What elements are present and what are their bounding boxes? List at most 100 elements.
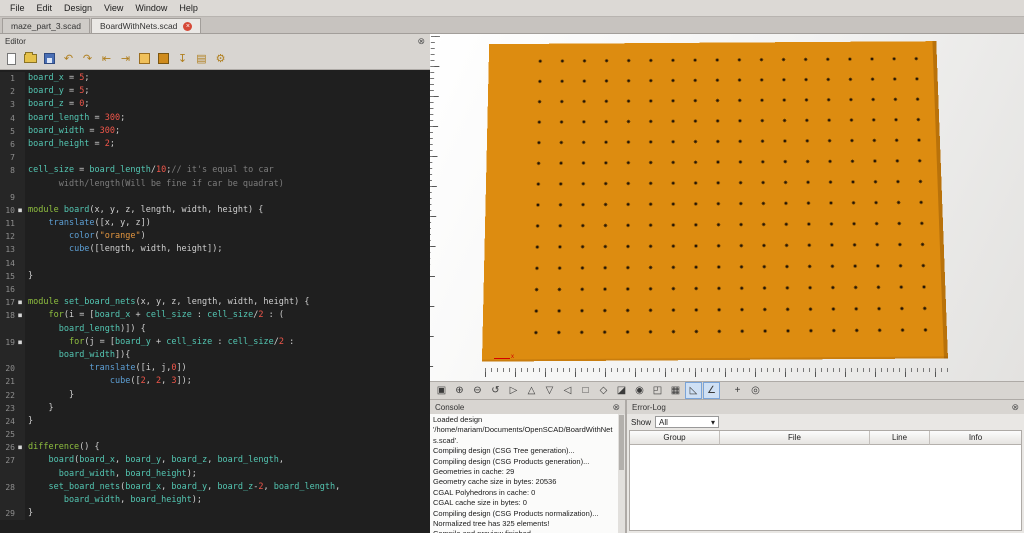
redo-button[interactable]: ↷ — [79, 50, 96, 67]
show-crosshair-button[interactable]: ◎ — [748, 383, 763, 398]
tab-bar: maze_part_3.scad BoardWithNets.scad × — [0, 17, 1024, 34]
line-number: 19 — [0, 335, 15, 349]
tab-maze_part_3.scad[interactable]: maze_part_3.scad — [2, 18, 90, 33]
print-button[interactable]: ▤ — [193, 50, 210, 67]
line-number: 4 — [0, 111, 15, 125]
view-top-button[interactable]: △ — [524, 383, 539, 398]
code-line: 27 board(board_x, board_y, board_z, boar… — [0, 454, 430, 468]
tab-BoardWithNets.scad[interactable]: BoardWithNets.scad × — [90, 18, 202, 33]
open-file-button[interactable] — [22, 50, 39, 67]
menu-file[interactable]: File — [4, 3, 31, 13]
console-close-icon[interactable]: ⊗ — [612, 402, 620, 412]
render-button[interactable] — [155, 50, 172, 67]
export-button[interactable]: ↧ — [174, 50, 191, 67]
menu-bar: File Edit Design View Window Help — [0, 0, 1024, 17]
column-header-file[interactable]: File — [720, 431, 870, 445]
menu-design[interactable]: Design — [58, 3, 98, 13]
code-line: board_width]){ — [0, 348, 430, 363]
save-button[interactable] — [41, 50, 58, 67]
code-line: 14 — [0, 256, 430, 270]
view-front-button[interactable]: □ — [578, 383, 593, 398]
severity-filter-dropdown[interactable]: All ▾ — [655, 416, 720, 428]
menu-edit[interactable]: Edit — [31, 3, 59, 13]
fold-marker — [15, 85, 25, 99]
orthogonal-button[interactable]: ▦ — [668, 383, 683, 398]
line-number: 18 — [0, 309, 15, 323]
console-message: Compiling design (CSG Products normaliza… — [433, 508, 599, 518]
menu-help[interactable]: Help — [173, 3, 204, 13]
console-message: Geometry cache size in bytes: 20536 — [433, 477, 557, 487]
editor-panel-title: Editor — [5, 36, 26, 46]
line-number: 27 — [0, 454, 15, 468]
editor-close-icon[interactable]: ⊗ — [417, 36, 425, 46]
view-left-button[interactable]: ◁ — [560, 383, 575, 398]
view-diagonal-button[interactable]: ◪ — [614, 383, 629, 398]
fold-marker — [15, 230, 25, 244]
ruler-vertical — [430, 36, 442, 375]
indent-button[interactable]: ⇥ — [117, 50, 134, 67]
reset-view-button[interactable]: ↺ — [488, 383, 503, 398]
console-panel-header: Console ⊗ — [430, 400, 625, 414]
line-number: 24 — [0, 414, 15, 429]
console-scrollbar[interactable] — [618, 414, 625, 533]
unindent-button[interactable]: ⇤ — [98, 50, 115, 67]
fold-marker — [15, 177, 25, 191]
code-line: 20 translate([i, j,0]) — [0, 362, 430, 376]
editor-panel-header: Editor ⊗ — [0, 34, 430, 48]
code-line: 12 color("orange") — [0, 230, 430, 244]
view-bottom-button[interactable]: ▽ — [542, 383, 557, 398]
tab-label: BoardWithNets.scad — [99, 21, 178, 31]
menu-window[interactable]: Window — [129, 3, 173, 13]
measure-angle-button[interactable]: ∠ — [703, 382, 720, 399]
code-line: 8 cell_size = board_length/10;// it's equ… — [0, 164, 430, 178]
viewport-3d[interactable]: x — [430, 34, 1024, 381]
render-icon — [158, 53, 169, 64]
console-scrollbar-thumb[interactable] — [619, 415, 624, 470]
console-log[interactable]: Loaded design '/home/mariam/Documents/Op… — [430, 414, 625, 533]
save-icon — [44, 53, 55, 64]
code-area[interactable]: 1 board_x = 5; 2 board_y = 5; 3 board_z = 0; 4… — [0, 70, 430, 533]
fold-marker — [15, 98, 25, 112]
x-axis-indicator: x — [494, 354, 514, 360]
line-number — [0, 348, 15, 363]
column-header-group[interactable]: Group — [630, 431, 720, 445]
preview-icon — [139, 53, 150, 64]
line-number — [0, 322, 15, 336]
undo-button[interactable]: ↶ — [60, 50, 77, 67]
fold-marker[interactable]: ■ — [15, 203, 25, 218]
code-line: 10 ■ module board(x, y, z, length, width, … — [0, 203, 430, 218]
fold-marker[interactable]: ■ — [15, 335, 25, 349]
right-column: x ▣ ⊕ ⊖ ↺ ▷ △ ▽ ◁ □ ◇ ◪ ◉ ◰ ▦ ◺ ∠ + ◎ Console ⊗ Loaded de… — [430, 34, 1024, 533]
console-message: Compiling design (CSG Tree generation)..… — [433, 446, 575, 456]
new-file-button[interactable] — [3, 50, 20, 67]
tab-close-icon[interactable]: × — [183, 21, 193, 31]
line-number: 17 — [0, 296, 15, 310]
ruler-horizontal — [485, 368, 950, 379]
zoom-all-button[interactable]: ▣ — [434, 383, 449, 398]
customizer-icon: ⚙ — [215, 53, 226, 65]
zoom-out-button[interactable]: ⊖ — [470, 383, 485, 398]
perspective-button[interactable]: ◰ — [650, 383, 665, 398]
zoom-in-button[interactable]: ⊕ — [452, 383, 467, 398]
view-center-button[interactable]: ◉ — [632, 383, 647, 398]
code-line: 7 — [0, 151, 430, 165]
view-right-button[interactable]: ▷ — [506, 383, 521, 398]
fold-marker — [15, 164, 25, 178]
error-log-close-icon[interactable]: ⊗ — [1011, 402, 1019, 412]
line-number: 10 — [0, 203, 15, 218]
fold-marker — [15, 454, 25, 468]
preview-button[interactable] — [136, 50, 153, 67]
board-3d-model — [481, 41, 948, 362]
fold-marker[interactable]: ■ — [15, 309, 25, 323]
fold-marker[interactable]: ■ — [15, 296, 25, 310]
customizer-button[interactable]: ⚙ — [212, 50, 229, 67]
view-back-button[interactable]: ◇ — [596, 383, 611, 398]
menu-view[interactable]: View — [98, 3, 129, 13]
column-header-line[interactable]: Line — [870, 431, 930, 445]
measure-distance-button[interactable]: ◺ — [685, 382, 702, 399]
print-icon: ▤ — [196, 53, 207, 65]
show-axes-button[interactable]: + — [730, 383, 745, 398]
console-message: Geometries in cache: 29 — [433, 467, 515, 477]
column-header-info[interactable]: Info — [930, 431, 1021, 445]
fold-marker[interactable]: ■ — [15, 441, 25, 455]
